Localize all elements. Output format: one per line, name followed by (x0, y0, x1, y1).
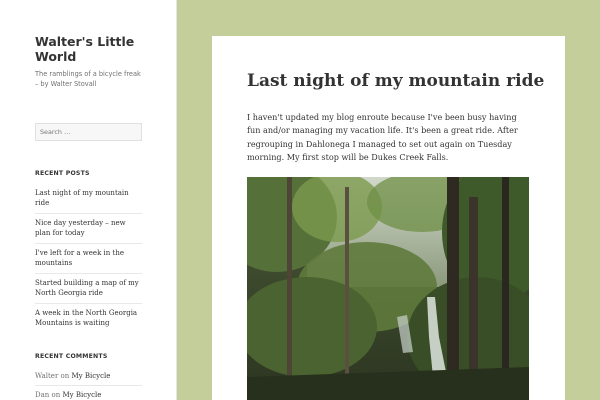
site-description: The ramblings of a bicycle freak – by Wa… (35, 70, 141, 88)
recent-post-link[interactable]: Started building a map of my North Georg… (35, 273, 142, 303)
sidebar: Walter's Little World The ramblings of a… (0, 0, 177, 400)
comment-on-word: on (51, 391, 61, 399)
comment-author: Dan (35, 391, 50, 399)
recent-post-link[interactable]: Nice day yesterday – new plan for today (35, 213, 142, 243)
recent-post-link[interactable]: Last night of my mountain ride (35, 185, 142, 213)
recent-comments-list: Walter on My Bicycle Dan on My Bicycle (35, 367, 142, 400)
waterfall-photo (247, 176, 529, 400)
recent-post-link[interactable]: I've left for a week in the mountains (35, 243, 142, 273)
recent-posts-list: Last night of my mountain ride Nice day … (35, 185, 142, 333)
comment-author: Walter (35, 372, 59, 380)
comment-item: Dan on My Bicycle (35, 385, 142, 400)
comment-item: Walter on My Bicycle (35, 367, 142, 385)
comment-on-word: on (60, 372, 70, 380)
post-title[interactable]: Last night of my mountain ride (247, 69, 544, 93)
site-title-link[interactable]: Walter's Little World (35, 34, 145, 64)
post-body: I haven't updated my blog enroute becaus… (247, 112, 518, 163)
waterfall-photo-image (247, 176, 529, 400)
recent-post-link[interactable]: A week in the North Georgia Mountains is… (35, 303, 142, 333)
post-article: Last night of my mountain ride I haven't… (212, 36, 565, 400)
recent-comments-heading: RECENT COMMENTS (35, 353, 108, 360)
search-input[interactable]: Search … (35, 123, 142, 141)
comment-post-link[interactable]: My Bicycle (63, 391, 102, 399)
recent-posts-heading: RECENT POSTS (35, 170, 90, 177)
comment-post-link[interactable]: My Bicycle (72, 372, 111, 380)
